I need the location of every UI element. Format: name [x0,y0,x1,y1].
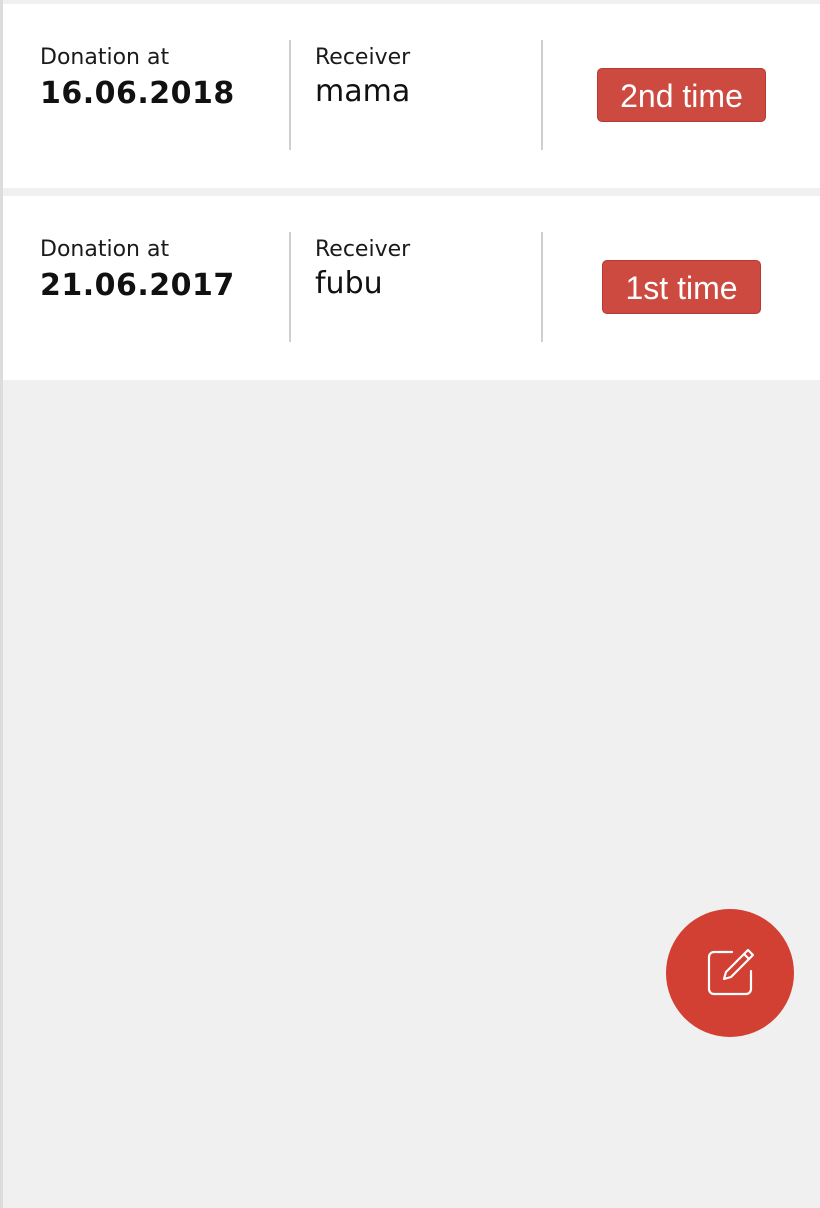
donation-card[interactable]: Donation at 21.06.2017 Receiver fubu 1st… [3,196,820,380]
column-divider [289,40,291,150]
donation-count-badge: 1st time [602,260,761,314]
donation-date-column: Donation at 16.06.2018 [40,44,235,114]
column-divider [289,232,291,342]
donation-count-badge: 2nd time [597,68,766,122]
add-donation-fab[interactable] [666,909,794,1037]
donation-date-label: Donation at [40,45,170,70]
donation-date: 16.06.2018 [40,76,235,111]
receiver-label: Receiver [315,45,411,70]
donation-date: 21.06.2017 [40,268,235,303]
receiver-name: fubu [315,266,383,301]
receiver-column: Receiver fubu [315,236,410,304]
donation-count-column: 1st time [543,260,820,314]
receiver-column: Receiver mama [315,44,410,112]
donation-card[interactable]: Donation at 16.06.2018 Receiver mama 2nd… [3,4,820,188]
donation-date-column: Donation at 21.06.2017 [40,236,235,306]
edit-icon [707,948,755,996]
donation-date-label: Donation at [40,237,170,262]
receiver-name: mama [315,74,411,109]
receiver-label: Receiver [315,237,411,262]
donation-count-column: 2nd time [543,68,820,122]
